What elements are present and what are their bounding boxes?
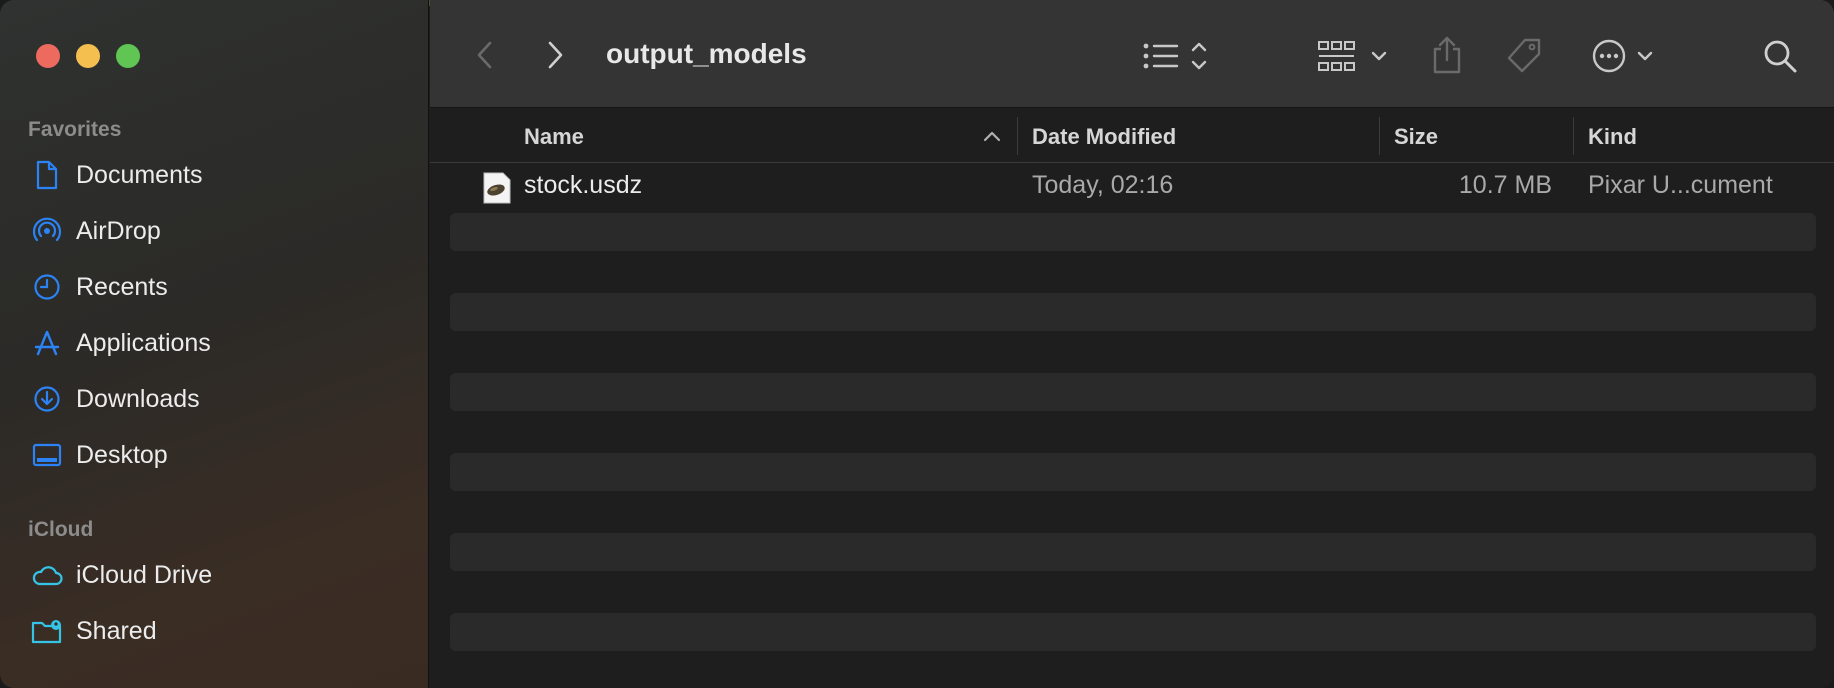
group-by-grid-icon[interactable] [1315,36,1395,76]
sidebar-item-icloud-drive[interactable]: iCloud Drive [30,555,410,595]
sidebar-item-label: Recents [76,272,168,301]
empty-row-stripe [450,613,1816,651]
file-kind: Pixar U...cument [1588,171,1773,199]
empty-row-stripe [450,453,1816,491]
finder-window: Favorites Documents AirDrop Recents Appl… [0,0,1834,688]
empty-row-stripe [450,373,1816,411]
forward-chevron-icon[interactable] [542,38,570,72]
file-date-modified: Today, 02:16 [1032,171,1174,199]
toolbar: output_models [430,0,1834,108]
airdrop-icon [30,214,64,248]
sidebar-item-desktop[interactable]: Desktop [30,435,410,475]
column-header-row: Name Date Modified Size Kind [430,109,1834,163]
column-divider[interactable] [1573,117,1574,155]
desktop-icon [30,438,64,472]
sidebar-item-label: Applications [76,328,211,357]
back-chevron-icon[interactable] [470,38,498,72]
sidebar-item-label: AirDrop [76,216,161,245]
download-icon [30,382,64,416]
file-size: 10.7 MB [1458,171,1552,199]
file-row[interactable]: stock.usdz Today, 02:16 10.7 MB Pixar U.… [430,165,1834,209]
sort-ascending-icon [982,127,1002,145]
share-icon[interactable] [1427,33,1467,77]
sidebar-section-favorites: Favorites [28,118,122,141]
column-header-size[interactable]: Size [1394,124,1438,150]
empty-row-stripe [450,213,1816,251]
more-actions-icon[interactable] [1590,36,1660,76]
column-header-date-modified[interactable]: Date Modified [1032,124,1176,150]
sidebar-item-label: Documents [76,160,203,189]
sidebar-item-recents[interactable]: Recents [30,267,410,307]
sidebar-item-downloads[interactable]: Downloads [30,379,410,419]
file-list: Name Date Modified Size Kind stock.usdz … [430,109,1834,688]
applications-icon [30,326,64,360]
window-title: output_models [606,38,807,69]
minimize-window-button[interactable] [76,44,100,68]
sidebar-section-icloud: iCloud [28,518,94,541]
empty-row-stripe [450,293,1816,331]
sidebar-item-label: Shared [76,616,157,645]
view-options-button[interactable] [1138,36,1218,76]
sidebar-item-applications[interactable]: Applications [30,323,410,363]
sidebar-item-documents[interactable]: Documents [30,155,410,195]
tag-icon[interactable] [1502,34,1546,78]
shared-folder-icon [30,614,64,648]
sidebar-item-label: Desktop [76,440,168,469]
file-name: stock.usdz [524,171,643,199]
cloud-icon [30,558,64,592]
document-icon [30,158,64,192]
column-header-name[interactable]: Name [524,124,584,150]
column-header-kind[interactable]: Kind [1588,124,1637,150]
column-divider[interactable] [1017,117,1018,155]
sidebar-item-airdrop[interactable]: AirDrop [30,211,410,251]
sidebar-item-shared[interactable]: Shared [30,611,410,651]
usdz-file-icon [482,171,512,205]
empty-row-stripe [450,533,1816,571]
sidebar: Favorites Documents AirDrop Recents Appl… [0,0,429,688]
sidebar-item-label: Downloads [76,384,200,413]
sidebar-item-label: iCloud Drive [76,560,213,589]
zoom-window-button[interactable] [116,44,140,68]
column-divider[interactable] [1379,117,1380,155]
search-icon[interactable] [1760,36,1800,76]
close-window-button[interactable] [36,44,60,68]
clock-icon [30,270,64,304]
